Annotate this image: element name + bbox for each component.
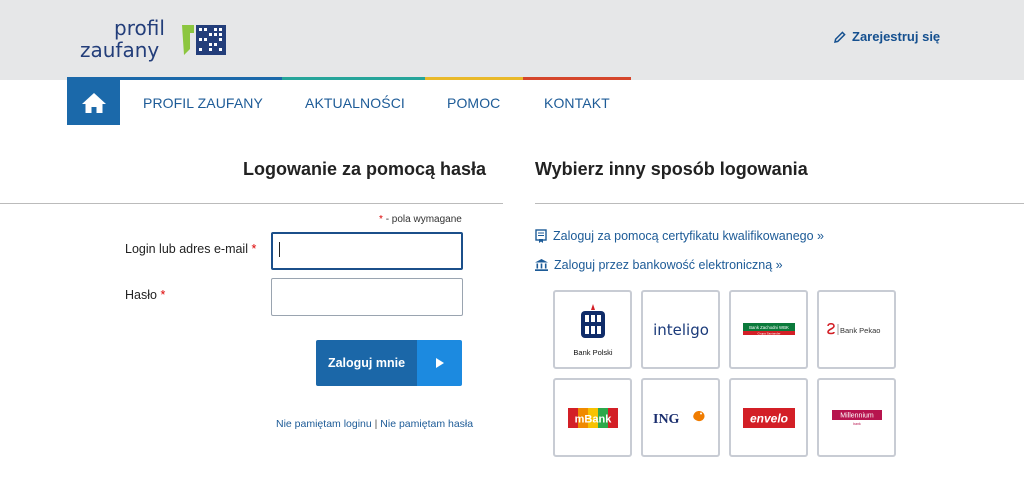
bank-name-bzwbk: Bank Zachodni WBK xyxy=(749,325,789,330)
envelo-logo-icon: envelo xyxy=(742,407,795,428)
nav-stripe-yellow xyxy=(425,77,523,80)
bank-name-envelo: envelo xyxy=(749,411,787,425)
nav-item-profil-zaufany[interactable]: PROFIL ZAUFANY xyxy=(143,95,263,111)
ing-logo-icon: ING xyxy=(653,410,705,427)
login-input[interactable] xyxy=(271,232,463,270)
forgot-separator: | xyxy=(374,418,378,430)
register-label: Zarejestruj się xyxy=(852,29,941,44)
nav-item-aktualnosci[interactable]: AKTUALNOŚCI xyxy=(305,95,405,111)
pencil-icon xyxy=(834,30,846,43)
mbank-logo-icon: mBank xyxy=(567,407,618,428)
bank-name-pko: Bank Polski xyxy=(573,348,613,357)
bank-login-link[interactable]: Zaloguj przez bankowość elektroniczną » xyxy=(535,258,783,272)
bank-tile-millennium[interactable]: Millennium bank xyxy=(817,378,896,457)
alternative-login-title: Wybierz inny sposób logowania xyxy=(535,159,808,179)
bank-tile-envelo[interactable]: envelo xyxy=(729,378,808,457)
pekao-logo-icon: Bank Pekao xyxy=(826,322,880,335)
register-link[interactable]: Zarejestruj się xyxy=(834,29,940,44)
text-cursor xyxy=(279,242,280,257)
required-fields-note: * - pola wymagane xyxy=(379,214,462,225)
password-input[interactable] xyxy=(271,278,463,316)
login-button[interactable]: Zaloguj mnie xyxy=(316,340,462,386)
certificate-login-link[interactable]: Zaloguj za pomocą certyfikatu kwalifikow… xyxy=(535,229,824,243)
bank-name-millennium: Millennium xyxy=(840,412,874,419)
forgot-links: Nie pamiętam loginu | Nie pamiętam hasła xyxy=(276,418,473,430)
bank-name-ing: ING xyxy=(653,412,680,427)
nav-item-pomoc[interactable]: POMOC xyxy=(447,95,500,111)
nav-item-kontakt[interactable]: KONTAKT xyxy=(544,95,610,111)
forgot-login-link[interactable]: Nie pamiętam loginu xyxy=(276,418,372,430)
bank-tile-mbank[interactable]: mBank xyxy=(553,378,632,457)
bank-icon xyxy=(535,259,548,271)
bank-name-mbank: mBank xyxy=(574,413,612,425)
forgot-password-link[interactable]: Nie pamiętam hasła xyxy=(380,418,473,430)
bank-sub-bzwbk: Grupa Santander xyxy=(757,331,780,335)
main-nav xyxy=(67,80,120,125)
millennium-logo-icon: Millennium bank xyxy=(831,409,882,426)
bank-tile-bzwbk[interactable]: Bank Zachodni WBK Grupa Santander xyxy=(729,290,808,369)
bank-sub-millennium: bank xyxy=(853,422,861,426)
password-label: Hasło * xyxy=(125,288,166,302)
top-header: profil zaufany Zarejestruj się xyxy=(0,0,1024,80)
inteligo-logo-icon: inteligo xyxy=(653,321,709,339)
bank-tile-pko-bp[interactable]: Bank Polski xyxy=(553,290,632,369)
password-login-title: Logowanie za pomocą hasła xyxy=(243,159,487,179)
logo-emblem-icon xyxy=(182,25,226,55)
bank-tile-pekao[interactable]: Bank Pekao xyxy=(817,290,896,369)
pko-bp-logo-icon: Bank Polski xyxy=(573,303,613,357)
bank-name-pekao: Bank Pekao xyxy=(840,326,880,335)
certificate-icon xyxy=(535,229,547,243)
divider-left xyxy=(0,203,503,204)
nav-stripe-red xyxy=(523,77,631,80)
login-button-label: Zaloguj mnie xyxy=(316,340,417,386)
home-button[interactable] xyxy=(67,80,120,125)
bank-name-inteligo: inteligo xyxy=(653,321,709,339)
bank-tile-ing[interactable]: ING xyxy=(641,378,720,457)
nav-stripe-teal xyxy=(282,77,425,80)
login-label: Login lub adres e-mail * xyxy=(125,242,257,256)
bzwbk-logo-icon: Bank Zachodni WBK Grupa Santander xyxy=(742,322,795,335)
home-icon xyxy=(81,92,106,113)
logo-wordmark: profil zaufany xyxy=(80,16,165,62)
divider-right xyxy=(535,203,1024,204)
profil-zaufany-logo[interactable]: profil zaufany xyxy=(80,18,240,64)
play-arrow-icon xyxy=(417,340,462,386)
bank-tile-inteligo[interactable]: inteligo xyxy=(641,290,720,369)
